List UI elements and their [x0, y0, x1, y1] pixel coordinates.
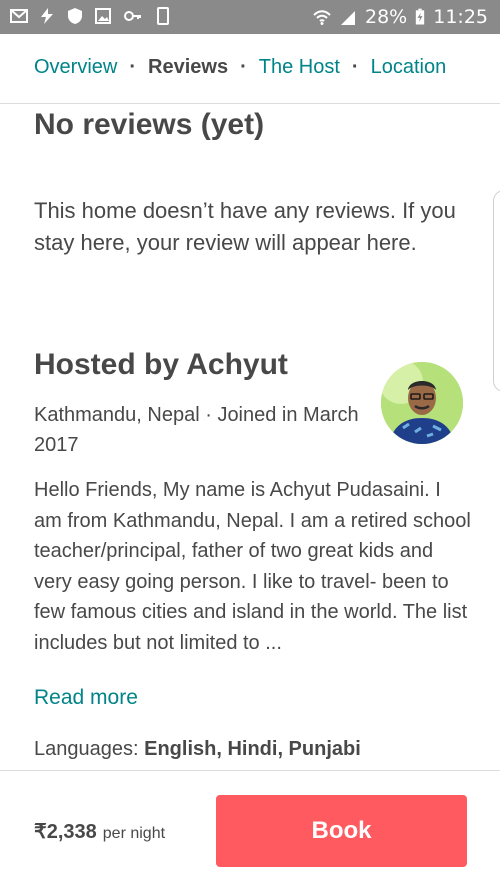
battery-icon	[416, 8, 425, 25]
book-button[interactable]: Book	[216, 795, 467, 867]
side-panel-edge[interactable]	[493, 190, 500, 392]
reviews-empty-text: This home doesn’t have any reviews. If y…	[34, 198, 456, 255]
wifi-icon	[313, 10, 331, 25]
tab-reviews[interactable]: Reviews	[148, 56, 228, 79]
signal-icon	[341, 11, 355, 25]
shield-icon	[68, 8, 82, 24]
section-tabs: Overview · Reviews · The Host · Location	[0, 34, 500, 104]
host-location-joined: Kathmandu, Nepal · Joined in March 2017	[34, 404, 359, 456]
status-bar: 28% 11:25	[0, 0, 500, 34]
phone-icon	[157, 7, 169, 25]
status-right: 28% 11:25	[313, 6, 488, 28]
host-heading: Hosted by Achyut	[34, 348, 288, 381]
host-photo	[381, 362, 463, 444]
key-icon	[124, 11, 141, 21]
tab-overview[interactable]: Overview	[34, 56, 117, 79]
reviews-heading: No reviews (yet)	[34, 108, 265, 141]
booking-bar: ₹2,338 per night Book	[0, 770, 500, 890]
tab-the-host[interactable]: The Host	[259, 56, 340, 79]
host-languages: Languages: English, Hindi, Punjabi	[34, 738, 361, 761]
price-per-night: ₹2,338 per night	[34, 819, 165, 844]
host-bio: Hello Friends, My name is Achyut Pudasai…	[34, 479, 471, 654]
tab-separator: ·	[240, 56, 247, 78]
read-more-link[interactable]: Read more	[34, 686, 138, 710]
image-icon	[95, 8, 111, 24]
tab-separator: ·	[129, 56, 137, 78]
flash-icon	[41, 8, 53, 24]
price-amount: ₹2,338	[34, 821, 97, 843]
tab-separator: ·	[351, 56, 359, 78]
host-avatar[interactable]	[381, 362, 463, 444]
status-left-icons	[10, 7, 172, 25]
status-time: 11:25	[433, 6, 488, 28]
languages-label: Languages:	[34, 738, 145, 760]
languages-values: English, Hindi, Punjabi	[144, 738, 361, 760]
tab-location[interactable]: Location	[371, 56, 447, 79]
price-unit: per night	[102, 825, 166, 842]
mail-icon	[10, 9, 28, 23]
battery-percent: 28%	[365, 6, 408, 28]
